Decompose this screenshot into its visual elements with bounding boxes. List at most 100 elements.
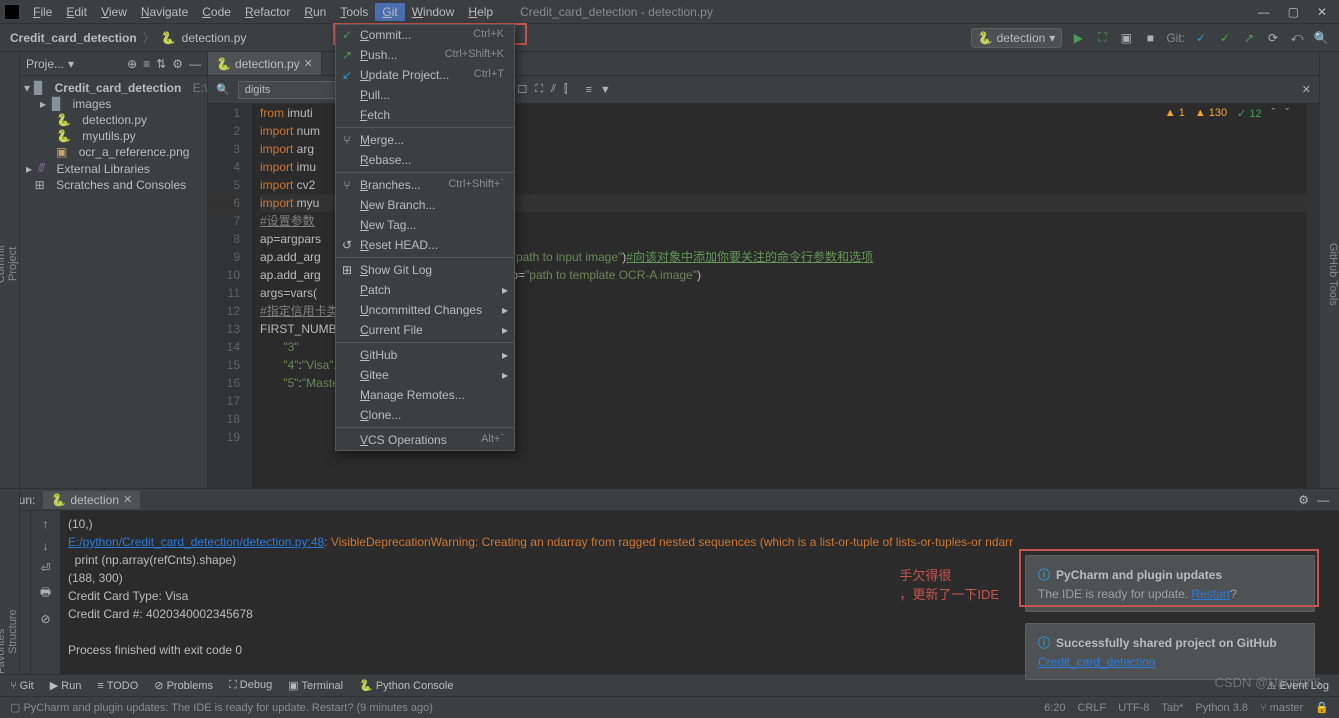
close-search-icon[interactable]: ✕	[1302, 83, 1311, 96]
structure-tool-tab[interactable]: Structure	[7, 498, 19, 654]
maximize-icon[interactable]: ▢	[1288, 5, 1299, 19]
menu-item-github[interactable]: GitHub▸	[336, 345, 514, 365]
menu-item-new-tag---[interactable]: New Tag...	[336, 215, 514, 235]
menu-item-rebase---[interactable]: Rebase...	[336, 150, 514, 170]
menu-item-pull---[interactable]: Pull...	[336, 85, 514, 105]
tree-folder-images[interactable]: ▸▉ images	[20, 96, 207, 112]
filter2-icon[interactable]: ⫿	[564, 83, 568, 96]
revert-icon[interactable]: ⤺	[1289, 30, 1305, 46]
funnel-icon[interactable]: ▼	[600, 84, 611, 96]
push-icon[interactable]: ↗	[1241, 30, 1257, 46]
todo-tab[interactable]: ≡ TODO	[97, 680, 138, 692]
tree-root[interactable]: ▾▉ Credit_card_detection E:\pyt	[20, 80, 207, 96]
breadcrumb-file[interactable]: detection.py	[182, 31, 247, 45]
status-line-sep[interactable]: CRLF	[1077, 702, 1106, 714]
menu-item-push---[interactable]: ↗Push...Ctrl+Shift+K	[336, 45, 514, 65]
run-icon[interactable]: ▶	[1070, 30, 1086, 46]
commit-icon[interactable]: ✓	[1217, 30, 1233, 46]
lock-icon[interactable]: 🔒	[1315, 701, 1329, 714]
close-tab-icon[interactable]: ✕	[304, 57, 313, 70]
update-icon[interactable]: ✓	[1193, 30, 1209, 46]
github-tools-tab[interactable]: GitHub Tools	[1327, 243, 1339, 306]
menu-item-uncommitted-changes[interactable]: Uncommitted Changes▸	[336, 300, 514, 320]
menu-window[interactable]: Window	[405, 3, 462, 21]
new-window-icon[interactable]: ⛶	[535, 83, 543, 96]
run-tab[interactable]: ▶ Run	[50, 679, 82, 692]
menu-item-gitee[interactable]: Gitee▸	[336, 365, 514, 385]
target-icon[interactable]: ⊕	[127, 57, 137, 71]
close-icon[interactable]: ✕	[1317, 5, 1327, 19]
debug-icon[interactable]: ⛶	[1094, 30, 1110, 46]
status-encoding[interactable]: UTF-8	[1118, 702, 1149, 714]
favorites-tool-tab[interactable]: Favorites	[0, 498, 7, 674]
run-config-dropdown[interactable]: 🐍 detection ▾	[971, 28, 1063, 48]
status-branch[interactable]: ⑂ master	[1260, 702, 1303, 714]
filter-icon[interactable]: ⫽	[551, 83, 556, 96]
tree-external-libraries[interactable]: ▸⫻ External Libraries	[20, 160, 207, 177]
menu-item-reset-head---[interactable]: ↺Reset HEAD...	[336, 235, 514, 255]
search-icon[interactable]: 🔍	[1313, 30, 1329, 46]
hide-icon[interactable]: —	[189, 57, 201, 71]
menu-git[interactable]: Git	[375, 3, 404, 21]
run-tab[interactable]: 🐍 detection ✕	[43, 491, 140, 509]
breadcrumb-project[interactable]: Credit_card_detection	[10, 31, 137, 45]
clear-icon[interactable]: ⊘	[40, 612, 50, 626]
project-link[interactable]: Credit_card_detection	[1038, 655, 1155, 669]
menu-item-clone---[interactable]: Clone...	[336, 405, 514, 425]
menu-item-update-project---[interactable]: ↙Update Project...Ctrl+T	[336, 65, 514, 85]
menu-view[interactable]: View	[94, 3, 134, 21]
down-icon[interactable]: ↓	[43, 539, 49, 553]
status-interpreter[interactable]: Python 3.8	[1195, 702, 1248, 714]
editor-tab[interactable]: 🐍 detection.py ✕	[208, 52, 322, 75]
expand-icon[interactable]: ⇅	[156, 57, 166, 71]
restart-link[interactable]: Restart	[1191, 587, 1230, 601]
status-indent[interactable]: Tab*	[1161, 702, 1183, 714]
status-position[interactable]: 6:20	[1044, 702, 1065, 714]
menu-item-current-file[interactable]: Current File▸	[336, 320, 514, 340]
tree-file[interactable]: 🐍 myutils.py	[20, 128, 207, 144]
print-icon[interactable]: 🖶	[40, 583, 51, 604]
menu-navigate[interactable]: Navigate	[134, 3, 195, 21]
minimap[interactable]	[1307, 104, 1319, 488]
tree-file[interactable]: 🐍 detection.py	[20, 112, 207, 128]
minimize-icon[interactable]: —	[1258, 5, 1270, 19]
problems-tab[interactable]: ⊘ Problems	[154, 679, 213, 692]
gear-icon[interactable]: ⚙	[172, 57, 183, 71]
close-icon[interactable]: ✕	[123, 493, 132, 506]
menu-refactor[interactable]: Refactor	[238, 3, 297, 21]
hide-icon[interactable]: —	[1317, 493, 1329, 507]
menu-item-new-branch---[interactable]: New Branch...	[336, 195, 514, 215]
status-icon[interactable]: ▢	[10, 701, 20, 714]
menu-run[interactable]: Run	[297, 3, 333, 21]
menu-item-show-git-log[interactable]: ⊞Show Git Log	[336, 260, 514, 280]
menu-file[interactable]: File	[26, 3, 59, 21]
menu-item-patch[interactable]: Patch▸	[336, 280, 514, 300]
menu-item-branches---[interactable]: ⑂Branches...Ctrl+Shift+`	[336, 175, 514, 195]
settings-icon[interactable]: ≡	[585, 84, 591, 96]
gear-icon[interactable]: ⚙	[1298, 493, 1309, 507]
debug-tab[interactable]: ⛶ Debug	[229, 679, 272, 692]
menu-item-merge---[interactable]: ⑂Merge...	[336, 130, 514, 150]
project-tool-tab[interactable]: Project	[7, 60, 19, 468]
python-console-tab[interactable]: 🐍 Python Console	[359, 679, 453, 692]
select-all-icon[interactable]: ☐	[517, 83, 527, 96]
notification-update[interactable]: ⓘPyCharm and plugin updates The IDE is r…	[1025, 555, 1315, 612]
menu-code[interactable]: Code	[195, 3, 238, 21]
menu-tools[interactable]: Tools	[333, 3, 375, 21]
git-tab[interactable]: ⑂ Git	[10, 680, 34, 692]
up-icon[interactable]: ↑	[43, 517, 49, 531]
menu-item-fetch[interactable]: Fetch	[336, 105, 514, 125]
collapse-icon[interactable]: ≡	[143, 57, 150, 71]
commit-tool-tab[interactable]: Commit	[0, 60, 7, 468]
inspector-widget[interactable]: ▲ 1 ▲ 130 ✓ 12 ˆˇ	[1165, 107, 1289, 120]
menu-item-vcs-operations[interactable]: VCS OperationsAlt+`	[336, 430, 514, 450]
history-icon[interactable]: ⟳	[1265, 30, 1281, 46]
tree-file[interactable]: ▣ ocr_a_reference.png	[20, 144, 207, 160]
stop-icon[interactable]: ■	[1142, 30, 1158, 46]
menu-help[interactable]: Help	[461, 3, 500, 21]
terminal-tab[interactable]: ▣ Terminal	[288, 679, 343, 692]
chevron-down-icon[interactable]: ▾	[68, 57, 74, 71]
wrap-icon[interactable]: ⏎	[40, 561, 50, 575]
notification-github[interactable]: ⓘSuccessfully shared project on GitHub C…	[1025, 623, 1315, 680]
search-input[interactable]	[238, 81, 348, 99]
